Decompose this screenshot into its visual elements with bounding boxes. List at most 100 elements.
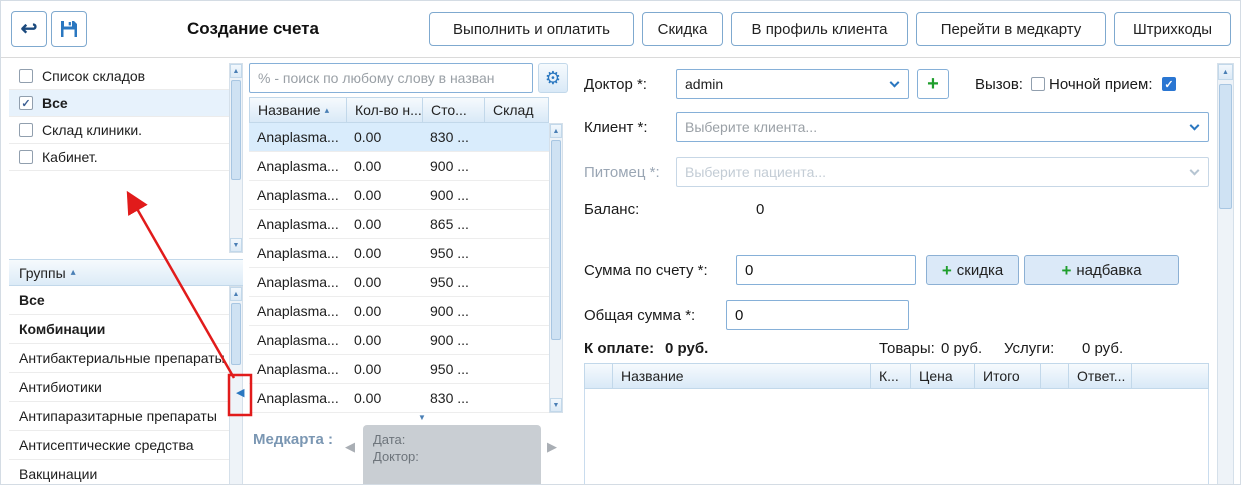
scroll-up-icon[interactable]: ▲ [230,64,242,78]
product-row[interactable]: Anaplasma... 0.00 900 ... [249,181,549,210]
warehouses-scrollbar[interactable]: ▲ ▼ [229,63,243,253]
warehouse-checkbox-checked[interactable]: ✓ [19,96,33,110]
groups-header[interactable]: Группы ▴ [9,259,243,286]
group-item[interactable]: Антибактериальные препараты [9,344,229,373]
column-header-name[interactable]: Название ▴ [250,98,347,122]
products-scrollbar[interactable]: ▲ ▼ [549,123,563,413]
group-item[interactable]: Комбинации [9,315,229,344]
to-pay-value: 0 руб. [665,340,708,357]
add-discount-button[interactable]: + скидка [926,255,1019,285]
toolbar: ↩ Создание счета Выполнить и оплатить Ск… [1,1,1241,58]
client-profile-button[interactable]: В профиль клиента [731,12,908,46]
scroll-thumb[interactable] [231,303,241,365]
scroll-thumb[interactable] [551,140,561,340]
sort-asc-icon: ▴ [325,105,330,116]
save-button[interactable] [51,11,87,47]
column-header-stock[interactable]: Склад [485,98,548,122]
to-pay-label: К оплате: [584,340,654,357]
warehouse-checkbox[interactable] [19,150,33,164]
items-column-price[interactable]: Цена [911,364,975,388]
product-row[interactable]: Anaplasma... 0.00 865 ... [249,210,549,239]
medcard-card[interactable]: Дата: Доктор: [363,425,541,485]
product-qty: 0.00 [346,390,422,406]
product-qty: 0.00 [346,158,422,174]
product-row[interactable]: Anaplasma... 0.00 830 ... [249,123,549,152]
product-row[interactable]: Anaplasma... 0.00 900 ... [249,326,549,355]
product-name: Anaplasma... [249,361,346,377]
product-row[interactable]: Anaplasma... 0.00 950 ... [249,239,549,268]
goto-medcard-button[interactable]: Перейти в медкарту [916,12,1106,46]
add-markup-button[interactable]: + надбавка [1024,255,1179,285]
product-row[interactable]: Anaplasma... 0.00 830 ... [249,384,549,413]
pet-select[interactable]: Выберите пациента... [676,157,1209,187]
group-item[interactable]: Антибиотики [9,373,229,402]
invoice-sum-label: Сумма по счету *: [584,262,708,279]
total-sum-input[interactable] [726,300,909,330]
warehouse-item-clinic[interactable]: Склад клиники. [9,117,229,144]
column-header-price[interactable]: Сто... [423,98,485,122]
product-price: 830 ... [422,129,484,145]
warehouse-item-all[interactable]: ✓ Все [9,90,229,117]
client-select[interactable]: Выберите клиента... [676,112,1209,142]
back-button[interactable]: ↩ [11,11,47,47]
page-scrollbar[interactable]: ▲ [1217,63,1234,485]
chevron-down-icon [1190,166,1200,176]
barcodes-button[interactable]: Штрихкоды [1114,12,1231,46]
execute-pay-button[interactable]: Выполнить и оплатить [429,12,634,46]
group-item[interactable]: Вакцинации [9,460,229,485]
product-row[interactable]: Anaplasma... 0.00 950 ... [249,355,549,384]
balance-label: Баланс: [584,201,639,218]
plus-icon: + [1061,262,1071,279]
warehouse-list-title: Список складов [42,68,145,84]
column-qty-label: Кол-во н... [355,102,422,118]
group-item[interactable]: Антисептические средства [9,431,229,460]
scroll-down-icon[interactable]: ▼ [230,238,242,252]
back-icon: ↩ [21,19,38,39]
items-column-responsible[interactable]: Ответ... [1069,364,1132,388]
add-doctor-button[interactable]: + [917,69,949,99]
warehouse-item-cabinet[interactable]: Кабинет. [9,144,229,171]
product-price: 865 ... [422,216,484,232]
group-item-label: Вакцинации [19,466,97,482]
product-qty: 0.00 [346,361,422,377]
product-name: Anaplasma... [249,332,346,348]
warehouse-checkbox[interactable] [19,123,33,137]
scroll-thumb[interactable] [231,80,241,180]
invoice-sum-input[interactable] [736,255,916,285]
doctor-select[interactable]: admin [676,69,909,99]
medcard-doctor-label: Доктор: [373,448,531,465]
groups-scrollbar[interactable]: ▲ [229,286,243,485]
sort-asc-icon: ▴ [71,267,76,278]
group-item-label: Все [19,292,45,308]
scroll-up-icon[interactable]: ▲ [1218,64,1233,80]
search-settings-button[interactable]: ⚙ [538,63,568,93]
medcard-next-icon[interactable]: ▶ [547,439,557,455]
group-item[interactable]: Все [9,286,229,315]
scroll-thumb[interactable] [1219,84,1232,209]
product-row[interactable]: Anaplasma... 0.00 950 ... [249,268,549,297]
items-column-total[interactable]: Итого [975,364,1041,388]
items-column-name[interactable]: Название [613,364,871,388]
product-search-input[interactable] [249,63,533,93]
product-price: 900 ... [422,303,484,319]
items-column-qty[interactable]: К... [871,364,911,388]
product-row[interactable]: Anaplasma... 0.00 900 ... [249,152,549,181]
up-arrow-glyph: ▲ [233,68,240,75]
group-item[interactable]: Антипаразитарные препараты [9,402,229,431]
scroll-down-icon[interactable]: ▼ [550,398,562,412]
groups-header-label: Группы [19,265,66,281]
group-item-label: Антибиотики [19,379,102,395]
gear-icon: ⚙ [545,69,561,87]
night-checkbox[interactable]: ✓ [1162,77,1176,91]
scroll-up-icon[interactable]: ▲ [230,287,242,301]
scroll-up-icon[interactable]: ▲ [550,124,562,138]
warehouse-select-all-checkbox[interactable] [19,69,33,83]
panel-collapse-left-icon[interactable]: ◀ [236,388,244,399]
medcard-collapse-down-icon[interactable]: ▼ [413,413,431,422]
product-row[interactable]: Anaplasma... 0.00 900 ... [249,297,549,326]
medcard-prev-icon[interactable]: ◀ [345,439,355,455]
call-checkbox[interactable] [1031,77,1045,91]
discount-button[interactable]: Скидка [642,12,723,46]
group-item-label: Антибактериальные препараты [19,350,225,366]
column-header-qty[interactable]: Кол-во н... [347,98,423,122]
